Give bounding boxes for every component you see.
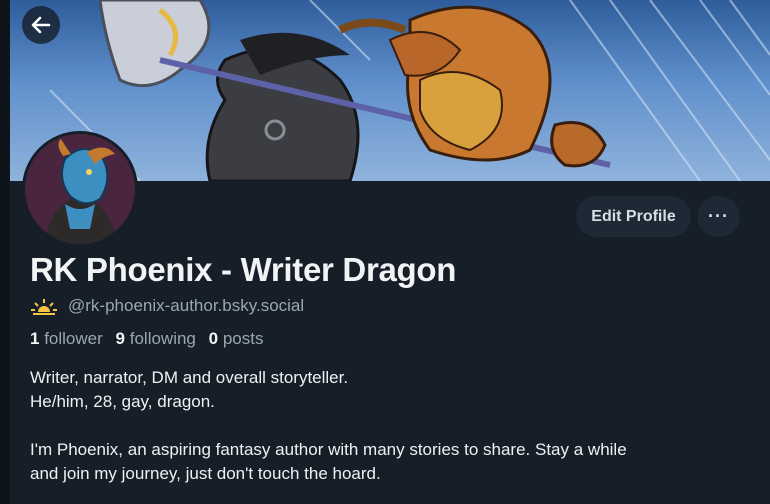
posts-count: 0 (208, 329, 219, 348)
posts-stat: 0 posts (209, 329, 264, 348)
followers-count: 1 (30, 329, 40, 348)
posts-label: posts (222, 329, 264, 348)
followers-link[interactable]: 1 follower (30, 329, 103, 348)
followers-label: follower (44, 329, 103, 348)
left-gutter (0, 0, 10, 504)
back-button[interactable] (22, 6, 60, 44)
profile-bio: Writer, narrator, DM and overall storyte… (30, 366, 750, 486)
bio-line: He/him, 28, gay, dragon. (30, 392, 215, 411)
sunrise-icon (31, 299, 57, 315)
following-label: following (129, 329, 196, 348)
avatar[interactable] (22, 131, 138, 247)
bio-line: Writer, narrator, DM and overall storyte… (30, 368, 349, 387)
more-options-button[interactable]: ··· (697, 196, 740, 237)
profile-stats: 1 follower 9 following 0 posts (30, 329, 271, 349)
following-link[interactable]: 9 following (116, 329, 196, 348)
arrow-left-icon (31, 16, 51, 34)
bio-spacer (30, 414, 750, 438)
handle[interactable]: @rk-phoenix-author.bsky.social (68, 296, 304, 316)
avatar-image (25, 134, 135, 244)
ellipsis-icon: ··· (708, 206, 729, 226)
handle-row: @rk-phoenix-author.bsky.social (30, 295, 304, 317)
bio-line: I'm Phoenix, an aspiring fantasy author … (30, 440, 627, 459)
edit-profile-button[interactable]: Edit Profile (576, 196, 691, 237)
display-name: RK Phoenix - Writer Dragon (30, 251, 457, 288)
bio-line: and join my journey, just don't touch th… (30, 464, 381, 483)
following-count: 9 (115, 329, 125, 348)
